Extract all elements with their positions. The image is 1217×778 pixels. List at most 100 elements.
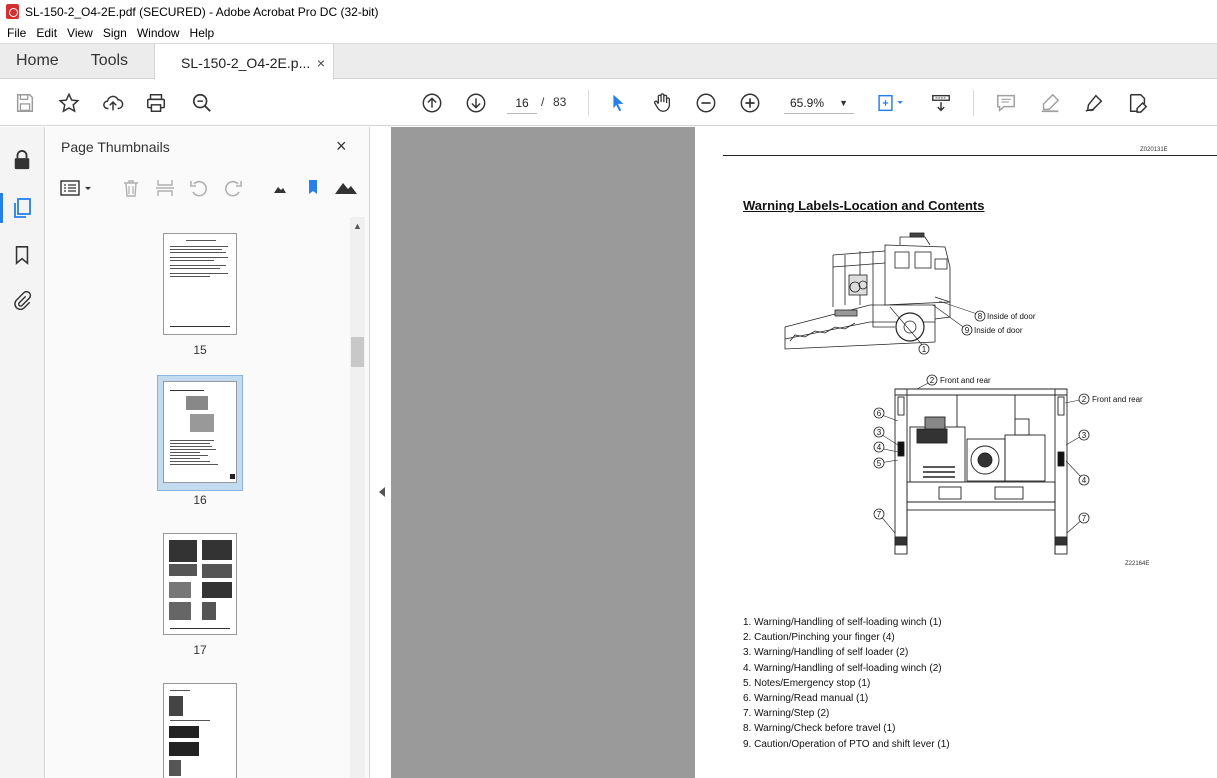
sign-pen-icon[interactable] [1082, 91, 1106, 115]
list-item: 2. Caution/Pinching your finger (4) [743, 632, 895, 644]
thumbnail-page-15[interactable] [163, 233, 237, 335]
scroll-up-icon[interactable]: ▲ [353, 221, 362, 231]
bookmark-icon[interactable] [11, 244, 33, 266]
tab-document[interactable]: SL-150-2_O4-2E.p... × [154, 44, 335, 81]
warning-label-list: 1. Warning/Handling of self-loading winc… [743, 615, 950, 752]
toolbar-divider [973, 90, 974, 116]
callout-6: 6 [877, 409, 882, 418]
close-tab-button[interactable]: × [317, 55, 325, 71]
highlight-pen-icon[interactable] [1038, 91, 1062, 115]
menu-view[interactable]: View [62, 26, 98, 40]
list-item: 6. Warning/Read manual (1) [743, 693, 869, 705]
callout-8-note: Inside of door [987, 312, 1036, 321]
tab-tools[interactable]: Tools [75, 44, 144, 78]
scroll-mode-icon[interactable] [929, 91, 953, 115]
bookmark-marker-icon[interactable] [302, 177, 324, 199]
hand-tool-icon[interactable] [650, 91, 674, 115]
page-thumbnails-panel: Page Thumbnails × ▲ 15 16 17 [46, 127, 370, 778]
smaller-thumbnail-icon[interactable] [269, 177, 291, 199]
zoom-out-icon[interactable] [694, 91, 718, 115]
comment-icon[interactable] [994, 91, 1018, 115]
delete-page-icon[interactable] [120, 177, 142, 199]
zoom-level-select[interactable]: 65.9% ▼ [784, 92, 854, 114]
thumbnail-page-17[interactable] [163, 533, 237, 635]
thumbnail-page-16[interactable] [163, 381, 237, 483]
callout-2-note-right: Front and rear [1092, 395, 1143, 404]
thumbnail-options-icon[interactable] [60, 177, 94, 199]
total-pages: 83 [553, 95, 567, 109]
callout-3: 3 [877, 428, 882, 437]
document-tab-label: SL-150-2_O4-2E.p... [181, 54, 311, 71]
thumbnail-number: 16 [193, 493, 207, 507]
navigation-rail [0, 127, 45, 778]
thumbnail-number: 15 [193, 343, 207, 357]
figure-code: Z22164E [1125, 561, 1150, 567]
list-item: 9. Caution/Operation of PTO and shift le… [743, 738, 950, 750]
scrollbar-thumb[interactable] [351, 337, 364, 367]
list-item: 4. Warning/Handling of self-loading winc… [743, 662, 942, 674]
zoom-in-icon[interactable] [738, 91, 762, 115]
zoom-level-value: 65.9% [790, 96, 825, 110]
list-item: 7. Warning/Step (2) [743, 708, 830, 720]
chevron-down-icon: ▼ [839, 98, 848, 108]
callout-2: 2 [930, 376, 935, 385]
upload-cloud-icon[interactable] [101, 91, 125, 115]
window-title: SL-150-2_O4-2E.pdf (SECURED) - Adobe Acr… [25, 4, 379, 19]
fit-page-icon[interactable] [874, 91, 908, 115]
star-icon[interactable] [57, 91, 81, 115]
zoom-search-icon[interactable] [190, 91, 214, 115]
tab-bar: Home Tools SL-150-2_O4-2E.p... × [0, 43, 1217, 81]
close-panel-button[interactable]: × [336, 136, 347, 157]
callout-4: 4 [877, 443, 882, 452]
menu-file[interactable]: File [2, 26, 31, 40]
toolbar: 16 / 83 65.9% ▼ [0, 80, 1217, 126]
list-item: 8. Warning/Check before travel (1) [743, 723, 896, 735]
callout-3: 3 [1082, 431, 1087, 440]
menu-window[interactable]: Window [132, 26, 185, 40]
menu-sign[interactable]: Sign [98, 26, 132, 40]
callout-2: 2 [1082, 395, 1087, 404]
menu-help[interactable]: Help [185, 26, 220, 40]
toolbar-divider [588, 90, 589, 116]
collapse-panel-icon[interactable] [379, 487, 385, 497]
page-thumbnails-icon[interactable] [11, 197, 33, 219]
thumbnail-scrollbar[interactable] [350, 217, 365, 778]
tab-home[interactable]: Home [0, 44, 75, 78]
callout-7: 7 [877, 510, 882, 519]
save-icon[interactable] [13, 91, 37, 115]
thumbnail-page-18[interactable] [163, 683, 237, 778]
next-page-icon[interactable] [464, 91, 488, 115]
fill-sign-icon[interactable] [1126, 91, 1150, 115]
callout-9-note: Inside of door [974, 326, 1023, 335]
extract-page-icon[interactable] [154, 177, 176, 199]
list-item: 5. Notes/Emergency stop (1) [743, 677, 871, 689]
menu-edit[interactable]: Edit [31, 26, 62, 40]
title-bar: SL-150-2_O4-2E.pdf (SECURED) - Adobe Acr… [0, 0, 1217, 23]
list-item: 1. Warning/Handling of self-loading winc… [743, 617, 942, 628]
callout-markers-truck: 1 8 Inside of door 9 Inside of door [918, 310, 1036, 355]
callout-8: 8 [978, 312, 983, 321]
callout-5: 5 [877, 459, 882, 468]
menu-bar: File Edit View Sign Window Help [0, 23, 1217, 43]
active-indicator [0, 193, 3, 223]
pdf-page: Z020131E Warning Labels-Location and Con… [695, 127, 1217, 778]
rotate-left-icon[interactable] [188, 177, 210, 199]
panel-splitter[interactable] [371, 127, 391, 778]
thumbnail-number: 17 [193, 643, 207, 657]
callout-2-note-left: Front and rear [940, 376, 991, 385]
callout-markers-equipment: 2 Front and rear 2 Front and rear 6 3 4 … [873, 374, 1143, 524]
previous-page-icon[interactable] [420, 91, 444, 115]
page-number-input[interactable]: 16 [507, 92, 537, 114]
select-cursor-icon[interactable] [606, 91, 630, 115]
lock-icon[interactable] [11, 149, 33, 171]
truck-side-view [784, 232, 951, 350]
panel-title: Page Thumbnails [61, 139, 170, 155]
warning-label-diagram: 1 8 Inside of door 9 Inside of door 2 Fr… [784, 232, 1143, 555]
equipment-rear-view [894, 388, 1068, 555]
print-icon[interactable] [144, 91, 168, 115]
larger-thumbnail-icon[interactable] [333, 177, 359, 199]
attachment-icon[interactable] [11, 289, 33, 311]
rotate-right-icon[interactable] [222, 177, 244, 199]
page-separator: / [541, 95, 545, 109]
acrobat-icon [6, 4, 19, 19]
